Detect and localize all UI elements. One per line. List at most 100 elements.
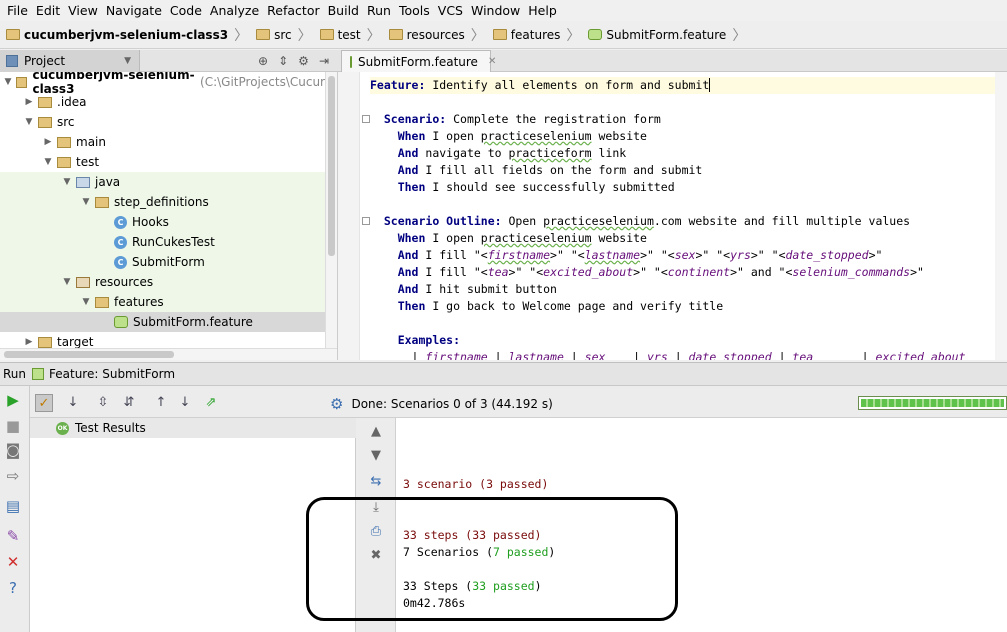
sort-alpha-icon[interactable]: ↓ [64, 394, 82, 412]
scroll-down-icon[interactable]: ▼ [368, 448, 384, 464]
code-line: Then I should see successfully submitted [397, 180, 675, 194]
menu-edit[interactable]: Edit [32, 3, 64, 18]
menu-build[interactable]: Build [324, 3, 363, 18]
breadcrumb-item[interactable]: features 〉 [492, 25, 587, 45]
breadcrumb-separator-icon: 〉 [566, 27, 581, 44]
breadcrumb-item[interactable]: src 〉 [256, 25, 318, 45]
chevron-down-icon[interactable]: ▼ [23, 117, 35, 127]
chevron-down-icon[interactable]: ▼ [3, 77, 13, 87]
breadcrumb-separator-icon: 〉 [366, 27, 381, 44]
folder-icon [6, 29, 20, 40]
locate-icon[interactable]: ⊕ [258, 54, 268, 68]
code-line: Scenario Outline: Open practiceselenium.… [383, 214, 911, 228]
tab-submitform-feature[interactable]: SubmitForm.feature ✕ [341, 50, 496, 72]
tree-item[interactable]: ▼ features [0, 292, 325, 312]
tree-item[interactable]: ▼ test [0, 152, 325, 172]
console-line: 3 scenario (3 passed) [403, 477, 549, 491]
chevron-right-icon[interactable]: ▶ [42, 137, 54, 147]
folder-icon [492, 29, 507, 40]
tree-item-label: features [114, 295, 164, 309]
close-icon[interactable]: ✕ [5, 554, 21, 570]
menu-vcs[interactable]: VCS [434, 3, 467, 18]
expand-all-icon[interactable]: ⇳ [94, 394, 112, 412]
next-icon[interactable]: ↓ [176, 394, 194, 412]
chevron-down-icon[interactable]: ▼ [61, 177, 73, 187]
tree-item[interactable]: ▼ step_definitions [0, 192, 325, 212]
breadcrumb-item[interactable]: SubmitForm.feature 〉 [588, 25, 752, 45]
menu-file[interactable]: File [3, 3, 32, 18]
run-label: Run [3, 367, 27, 381]
tree-item[interactable]: ▼ cucumberjvm-selenium-class3 (C:\GitProje… [0, 72, 325, 96]
tree-item[interactable]: C RunCukesTest [0, 232, 325, 252]
breadcrumb-item[interactable]: resources 〉 [388, 25, 491, 45]
menu-analyze[interactable]: Analyze [206, 3, 263, 18]
code-editor[interactable]: Feature: Identify all elements on form a… [337, 72, 1007, 360]
menu-code[interactable]: Code [166, 3, 206, 18]
folder-icon [388, 29, 403, 40]
collapse-icon[interactable]: ⇕ [278, 54, 288, 68]
menu-window[interactable]: Window [467, 3, 524, 18]
tree-item[interactable]: ▶ target [0, 332, 325, 348]
chevron-down-icon[interactable]: ▼ [42, 157, 54, 167]
stop-icon[interactable]: ■ [5, 418, 21, 434]
project-tab[interactable]: Project ▼ [0, 49, 140, 72]
export-icon[interactable]: ⇗ [202, 394, 220, 412]
tree-vertical-scrollbar[interactable] [325, 72, 337, 348]
chevron-down-icon[interactable]: ▼ [124, 56, 131, 66]
editor-gutter [338, 72, 360, 360]
code-line: And I fill "<tea>" "<excited_about>" "<c… [397, 265, 924, 279]
scroll-up-icon[interactable]: ▲ [368, 424, 384, 440]
tree-horizontal-scrollbar[interactable] [0, 348, 337, 360]
folder-icon [38, 116, 52, 128]
folder-icon [57, 156, 71, 168]
gear-icon[interactable]: ⚙ [330, 395, 343, 413]
breadcrumb-separator-icon: 〉 [470, 27, 485, 44]
editor-scrollbar[interactable] [995, 72, 1007, 360]
camera-icon[interactable]: ◙ [5, 442, 21, 458]
tree-item[interactable]: ▶ .idea [0, 92, 325, 112]
breadcrumb-label: SubmitForm.feature [606, 27, 727, 42]
menu-navigate[interactable]: Navigate [102, 3, 166, 18]
exit-icon[interactable]: ⇨ [5, 468, 21, 484]
fold-marker-icon[interactable] [362, 115, 370, 123]
chevron-down-icon[interactable]: ▼ [61, 277, 73, 287]
fold-marker-icon[interactable] [362, 217, 370, 225]
tree-item[interactable]: ▼ java [0, 172, 325, 192]
chevron-right-icon[interactable]: ▶ [23, 97, 35, 107]
breadcrumb-label: cucumberjvm-selenium-class3 [24, 27, 229, 42]
tree-item[interactable]: ▼ resources [0, 272, 325, 292]
code-line: And I hit submit button [397, 282, 557, 296]
hide-icon[interactable]: ⇥ [319, 54, 329, 68]
gear-icon[interactable]: ⚙ [298, 54, 309, 68]
test-results-root[interactable]: OK Test Results [30, 418, 356, 438]
feature-file-icon [350, 55, 352, 68]
breadcrumb-item[interactable]: cucumberjvm-selenium-class3 〉 [6, 25, 254, 45]
class-icon: C [114, 235, 127, 249]
chevron-right-icon[interactable]: ▶ [23, 337, 35, 347]
close-icon[interactable]: ✕ [488, 56, 496, 67]
rerun-icon[interactable]: ▶ [5, 392, 21, 408]
menu-help[interactable]: Help [524, 3, 561, 18]
menu-view[interactable]: View [64, 3, 102, 18]
wrap-icon[interactable]: ⇆ [368, 474, 384, 490]
menu-tools[interactable]: Tools [395, 3, 434, 18]
tree-item-label: target [57, 335, 94, 348]
tree-item[interactable]: C SubmitForm [0, 252, 325, 272]
layout-icon[interactable]: ▤ [5, 498, 21, 514]
run-config-title[interactable]: Feature: SubmitForm [49, 367, 175, 381]
menu-run[interactable]: Run [363, 3, 395, 18]
chevron-down-icon[interactable]: ▼ [80, 297, 92, 307]
pin-icon[interactable]: ✎ [5, 528, 21, 544]
menu-refactor[interactable]: Refactor [263, 3, 323, 18]
chevron-down-icon[interactable]: ▼ [80, 197, 92, 207]
tree-item[interactable]: SubmitForm.feature [0, 312, 325, 332]
tree-item[interactable]: ▼ src [0, 112, 325, 132]
code-line: Then I go back to Welcome page and verif… [397, 299, 724, 313]
show-passed-icon[interactable]: ✓ [35, 394, 53, 412]
previous-icon[interactable]: ↑ [152, 394, 170, 412]
tree-item[interactable]: ▶ main [0, 132, 325, 152]
collapse-all-icon[interactable]: ⇵ [120, 394, 138, 412]
tree-item[interactable]: C Hooks [0, 212, 325, 232]
breadcrumb-item[interactable]: test 〉 [319, 25, 387, 45]
help-icon[interactable]: ? [5, 580, 21, 596]
